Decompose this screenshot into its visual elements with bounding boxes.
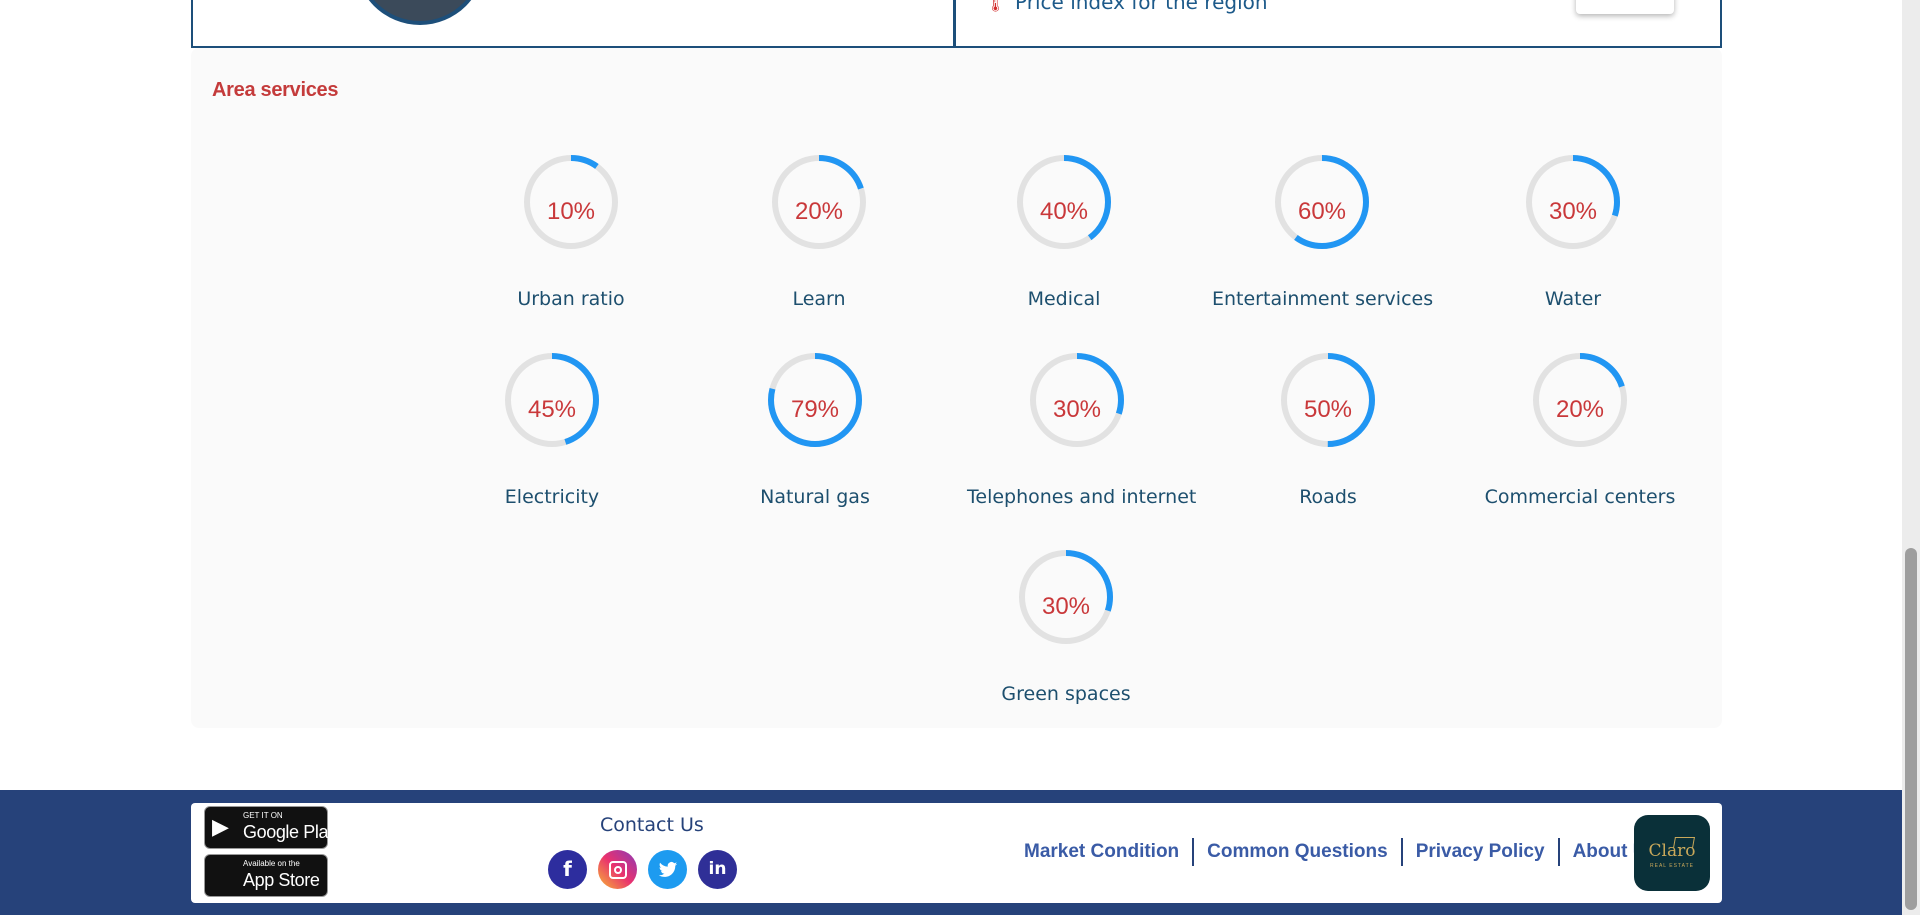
service-item: 50% Roads bbox=[1218, 350, 1438, 508]
service-item: 79% Natural gas bbox=[705, 350, 925, 508]
service-label: Medical bbox=[1027, 288, 1101, 310]
service-item: 45% Electricity bbox=[442, 350, 662, 508]
service-label: Water bbox=[1544, 288, 1602, 310]
service-percent: 20% bbox=[1555, 396, 1605, 423]
price-gauge bbox=[1576, 0, 1674, 14]
section-title: Area services bbox=[212, 79, 339, 101]
link-privacy-policy[interactable]: Privacy Policy bbox=[1400, 838, 1558, 866]
service-item: 30% Telephones and internet bbox=[967, 350, 1197, 508]
service-label: Entertainment services bbox=[1212, 288, 1434, 310]
service-item: 20% Commercial centers bbox=[1470, 350, 1690, 508]
service-percent: 45% bbox=[527, 396, 577, 423]
link-market-condition[interactable]: Market Condition bbox=[1011, 838, 1192, 866]
badge-store-name: App Store bbox=[243, 870, 320, 890]
service-percent: 30% bbox=[1041, 593, 1091, 620]
service-label: Learn bbox=[792, 288, 846, 310]
footer-links: Market Condition Common Questions Privac… bbox=[1011, 838, 1670, 866]
service-item: 20% Learn bbox=[709, 152, 929, 310]
logo-text: Claro bbox=[1648, 841, 1696, 861]
service-percent: 30% bbox=[1052, 396, 1102, 423]
service-percent: 30% bbox=[1548, 198, 1598, 225]
service-percent: 79% bbox=[790, 396, 840, 423]
service-item: 40% Medical bbox=[954, 152, 1174, 310]
claro-logo[interactable]: Claro REAL ESTATE bbox=[1634, 815, 1710, 891]
price-index-card: 🌡 Price index for the region bbox=[954, 0, 1722, 48]
service-label: Roads bbox=[1299, 486, 1357, 508]
service-percent: 60% bbox=[1297, 198, 1347, 225]
logo-subtext: REAL ESTATE bbox=[1650, 863, 1694, 869]
service-label: Natural gas bbox=[760, 486, 870, 508]
facebook-icon[interactable]: f bbox=[548, 850, 587, 889]
app-store-badge[interactable]: Available on the App Store bbox=[204, 854, 328, 897]
area-services-section: Area services 10% Urban ratio 20% Learn … bbox=[191, 48, 1722, 728]
footer-panel: ▶ GET IT ON Google Play Available on the… bbox=[191, 803, 1722, 903]
service-percent: 20% bbox=[794, 198, 844, 225]
badge-caption: Available on the bbox=[243, 859, 300, 868]
google-play-badge[interactable]: ▶ GET IT ON Google Play bbox=[204, 806, 337, 849]
instagram-icon[interactable] bbox=[598, 850, 637, 889]
price-index-label: Price index for the region bbox=[1015, 0, 1268, 14]
badge-caption: GET IT ON bbox=[243, 811, 283, 820]
price-index-row: 🌡 Price index for the region bbox=[986, 0, 1268, 14]
google-play-icon: ▶ bbox=[212, 814, 229, 839]
service-item: 30% Green spaces bbox=[956, 547, 1176, 705]
service-item: 60% Entertainment services bbox=[1212, 152, 1434, 310]
service-label: Telephones and internet bbox=[967, 486, 1197, 508]
owner-card bbox=[191, 0, 955, 48]
service-percent: 40% bbox=[1039, 198, 1089, 225]
linkedin-icon[interactable]: in bbox=[698, 850, 737, 889]
thermometer-icon: 🌡 bbox=[986, 0, 1006, 13]
badge-store-name: Google Play bbox=[243, 822, 337, 842]
service-label: Urban ratio bbox=[517, 288, 625, 310]
service-label: Electricity bbox=[504, 486, 600, 508]
service-item: 30% Water bbox=[1463, 152, 1683, 310]
service-percent: 10% bbox=[546, 198, 596, 225]
contact-us-title: Contact Us bbox=[600, 814, 704, 836]
service-label: Commercial centers bbox=[1484, 486, 1676, 508]
owner-avatar bbox=[355, 0, 485, 25]
service-percent: 50% bbox=[1303, 396, 1353, 423]
link-common-questions[interactable]: Common Questions bbox=[1192, 838, 1401, 866]
service-label: Green spaces bbox=[1001, 683, 1131, 705]
scrollbar-thumb[interactable] bbox=[1905, 548, 1917, 910]
twitter-icon[interactable] bbox=[648, 850, 687, 889]
scrollbar[interactable] bbox=[1902, 0, 1920, 915]
service-item: 10% Urban ratio bbox=[461, 152, 681, 310]
